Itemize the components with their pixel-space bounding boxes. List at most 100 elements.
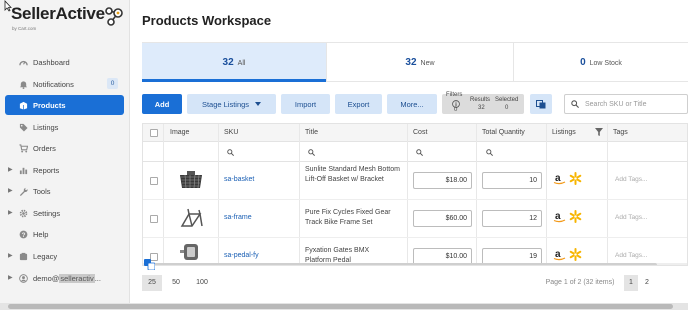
sidebar-item-legacy[interactable]: ▶ Legacy (5, 246, 124, 266)
svg-text:a: a (555, 173, 561, 184)
walmart-icon[interactable] (569, 172, 582, 187)
page-button-1[interactable]: 1 (624, 275, 638, 291)
chevron-right-icon: ▶ (8, 188, 13, 194)
add-tags-input[interactable]: Add Tags... (615, 214, 647, 221)
sidebar-item-notifications[interactable]: Notifications 0 (5, 74, 124, 94)
amazon-icon[interactable]: a (553, 172, 566, 187)
page-size-100[interactable]: 100 (190, 275, 214, 291)
sidebar-item-orders[interactable]: Orders (5, 138, 124, 158)
columns-icon (536, 99, 546, 108)
row-checkbox[interactable] (150, 215, 158, 223)
scrollbar-thumb[interactable] (8, 304, 673, 309)
tab-label: All (237, 60, 246, 67)
product-image-frame[interactable] (177, 206, 205, 232)
tab-count: 32 (222, 57, 234, 68)
row-checkbox[interactable] (150, 177, 158, 185)
sidebar-item-settings[interactable]: ▶ Settings (5, 203, 124, 223)
sku-link[interactable]: sa-frame (224, 214, 252, 221)
sidebar-item-user[interactable]: ▶ demo@selleractiv... (5, 268, 124, 288)
sidebar-item-dashboard[interactable]: Dashboard (5, 52, 124, 72)
search-icon[interactable] (486, 149, 493, 156)
chevron-right-icon: ▶ (8, 253, 13, 259)
column-header-sku[interactable]: SKU (224, 129, 238, 136)
sidebar-item-listings[interactable]: Listings (5, 117, 124, 137)
filter-results-summary[interactable]: Filters 0 Results 32 Selected 0 (442, 92, 524, 114)
search-input[interactable]: Search SKU or Title (585, 101, 646, 108)
sidebar-item-reports[interactable]: ▶ Reports (5, 160, 124, 180)
translate-icon[interactable] (144, 259, 155, 270)
add-button[interactable]: Add (142, 94, 182, 114)
tab-label: New (420, 60, 435, 67)
column-header-tags[interactable]: Tags (613, 129, 628, 136)
search-icon[interactable] (416, 149, 423, 156)
table-row[interactable]: sa-frame Pure Fix Cycles Fixed Gear Trac… (143, 200, 687, 238)
tab-count: 32 (405, 57, 417, 68)
cost-input[interactable]: $18.00 (413, 172, 472, 189)
sidebar-item-label: Legacy (33, 252, 58, 261)
sidebar-item-label: Reports (33, 166, 60, 175)
columns-toggle-button[interactable] (530, 94, 552, 114)
tab-all[interactable]: 32 All (142, 43, 326, 82)
table-row[interactable]: sa-basket Sunlite Standard Mesh Bottom L… (143, 162, 687, 200)
products-grid: Image SKU Title Cost Total Quantity List… (142, 123, 688, 266)
quantity-input[interactable]: 12 (482, 210, 542, 227)
status-tabs: 32 All 32 New 0 Low Stock (142, 42, 688, 82)
add-tags-input[interactable]: Add Tags... (615, 252, 647, 259)
user-email-masked: selleractiv (59, 274, 95, 283)
sidebar-item-tools[interactable]: ▶ Tools (5, 181, 124, 201)
product-image-basket[interactable] (177, 169, 205, 193)
stage-listings-button[interactable]: Stage Listings (187, 94, 276, 114)
filters-count: 0 (454, 107, 458, 113)
grid-horizontal-scrollbar[interactable] (143, 263, 687, 265)
scrollbar-thumb[interactable] (153, 263, 657, 265)
column-header-total-quantity[interactable]: Total Quantity (482, 129, 525, 136)
column-header-listings[interactable]: Listings (552, 129, 576, 136)
cost-input[interactable]: $60.00 (413, 210, 472, 227)
product-title: Sunlite Standard Mesh Bottom Lift-Off Ba… (305, 166, 400, 183)
app-logo[interactable]: SellerActive by Cart.com (11, 4, 123, 34)
search-icon[interactable] (227, 149, 234, 156)
chevron-right-icon: ▶ (8, 210, 13, 216)
page-horizontal-scrollbar[interactable] (0, 303, 688, 310)
sidebar-item-products[interactable]: Products (5, 95, 124, 115)
amazon-icon[interactable]: a (553, 248, 566, 263)
product-image-pedal[interactable] (179, 241, 203, 263)
column-header-title[interactable]: Title (305, 129, 318, 136)
wrench-icon (18, 186, 28, 196)
user-email: demo@selleractiv... (33, 274, 101, 283)
quantity-input[interactable]: 10 (482, 172, 542, 189)
pagination: 25 50 100 Page 1 of 2 (32 items) 1 2 (142, 275, 688, 291)
bell-icon (18, 79, 28, 89)
walmart-icon[interactable] (569, 248, 582, 263)
more-button[interactable]: More... (387, 94, 437, 114)
page-size-25[interactable]: 25 (142, 275, 162, 291)
svg-text:a: a (555, 249, 561, 260)
sidebar-item-help[interactable]: ? Help (5, 224, 124, 244)
page-size-50[interactable]: 50 (166, 275, 186, 291)
sidebar-item-label: Tools (33, 187, 51, 196)
amazon-icon[interactable]: a (553, 210, 566, 225)
filter-icon[interactable] (595, 128, 603, 136)
search-icon[interactable] (308, 149, 315, 156)
add-tags-input[interactable]: Add Tags... (615, 176, 647, 183)
select-all-checkbox[interactable] (150, 129, 158, 137)
sku-link[interactable]: sa-basket (224, 176, 254, 183)
page-button-2[interactable]: 2 (640, 275, 654, 291)
tab-new[interactable]: 32 New (327, 43, 513, 82)
walmart-icon[interactable] (569, 210, 582, 225)
search-field[interactable]: Search SKU or Title (564, 94, 688, 114)
column-header-cost[interactable]: Cost (413, 129, 427, 136)
tab-low-stock[interactable]: 0 Low Stock (514, 43, 688, 82)
sku-link[interactable]: sa-pedal-fy (224, 252, 259, 259)
help-icon: ? (18, 229, 28, 239)
box-icon (18, 100, 28, 110)
gear-icon (18, 208, 28, 218)
import-button[interactable]: Import (281, 94, 330, 114)
user-icon (18, 273, 28, 283)
column-header-image[interactable]: Image (170, 129, 189, 136)
table-row[interactable]: sa-pedal-fy Fyxation Gates BMX Platform … (143, 238, 687, 265)
search-icon (571, 100, 579, 108)
svg-text:?: ? (21, 231, 25, 238)
export-button[interactable]: Export (335, 94, 382, 114)
selected-label: Selected (495, 97, 519, 103)
